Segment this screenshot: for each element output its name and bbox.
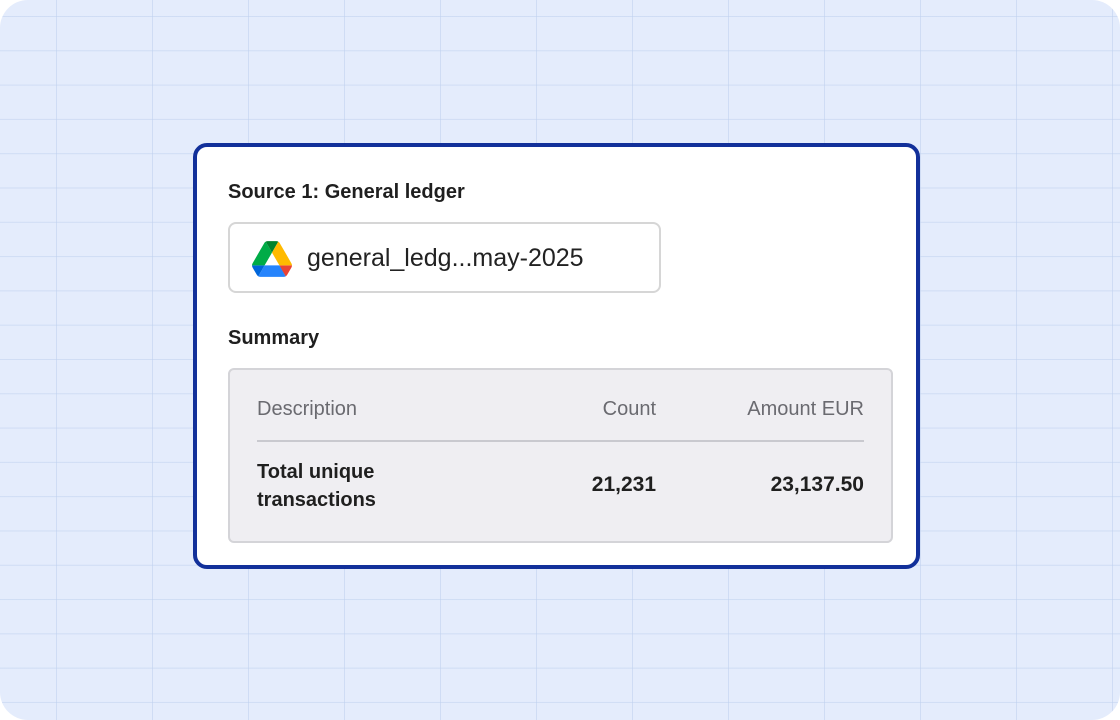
cell-count: 21,231 [591,473,656,496]
source-title: Source 1: General ledger [228,181,465,203]
cell-description: Total unique transactions [257,461,376,511]
column-header-amount: Amount EUR [747,398,864,420]
column-header-count: Count [602,398,656,420]
canvas-background: Source 1: General ledger general_ledg...… [0,0,1120,720]
column-header-description: Description [257,398,358,420]
cell-amount: 23,137.50 [770,473,864,496]
file-chip[interactable]: general_ledg...may-2025 [228,222,661,293]
file-name: general_ledg...may-2025 [307,244,584,272]
summary-title: Summary [228,327,320,349]
summary-table: Description Count Amount EUR Total uniqu… [228,368,893,543]
table-row: Total unique transactions 21,231 23,137.… [257,458,864,518]
source-card: Source 1: General ledger general_ledg...… [193,143,920,569]
table-header-row: Description Count Amount EUR [257,398,864,442]
google-drive-icon [252,241,292,277]
